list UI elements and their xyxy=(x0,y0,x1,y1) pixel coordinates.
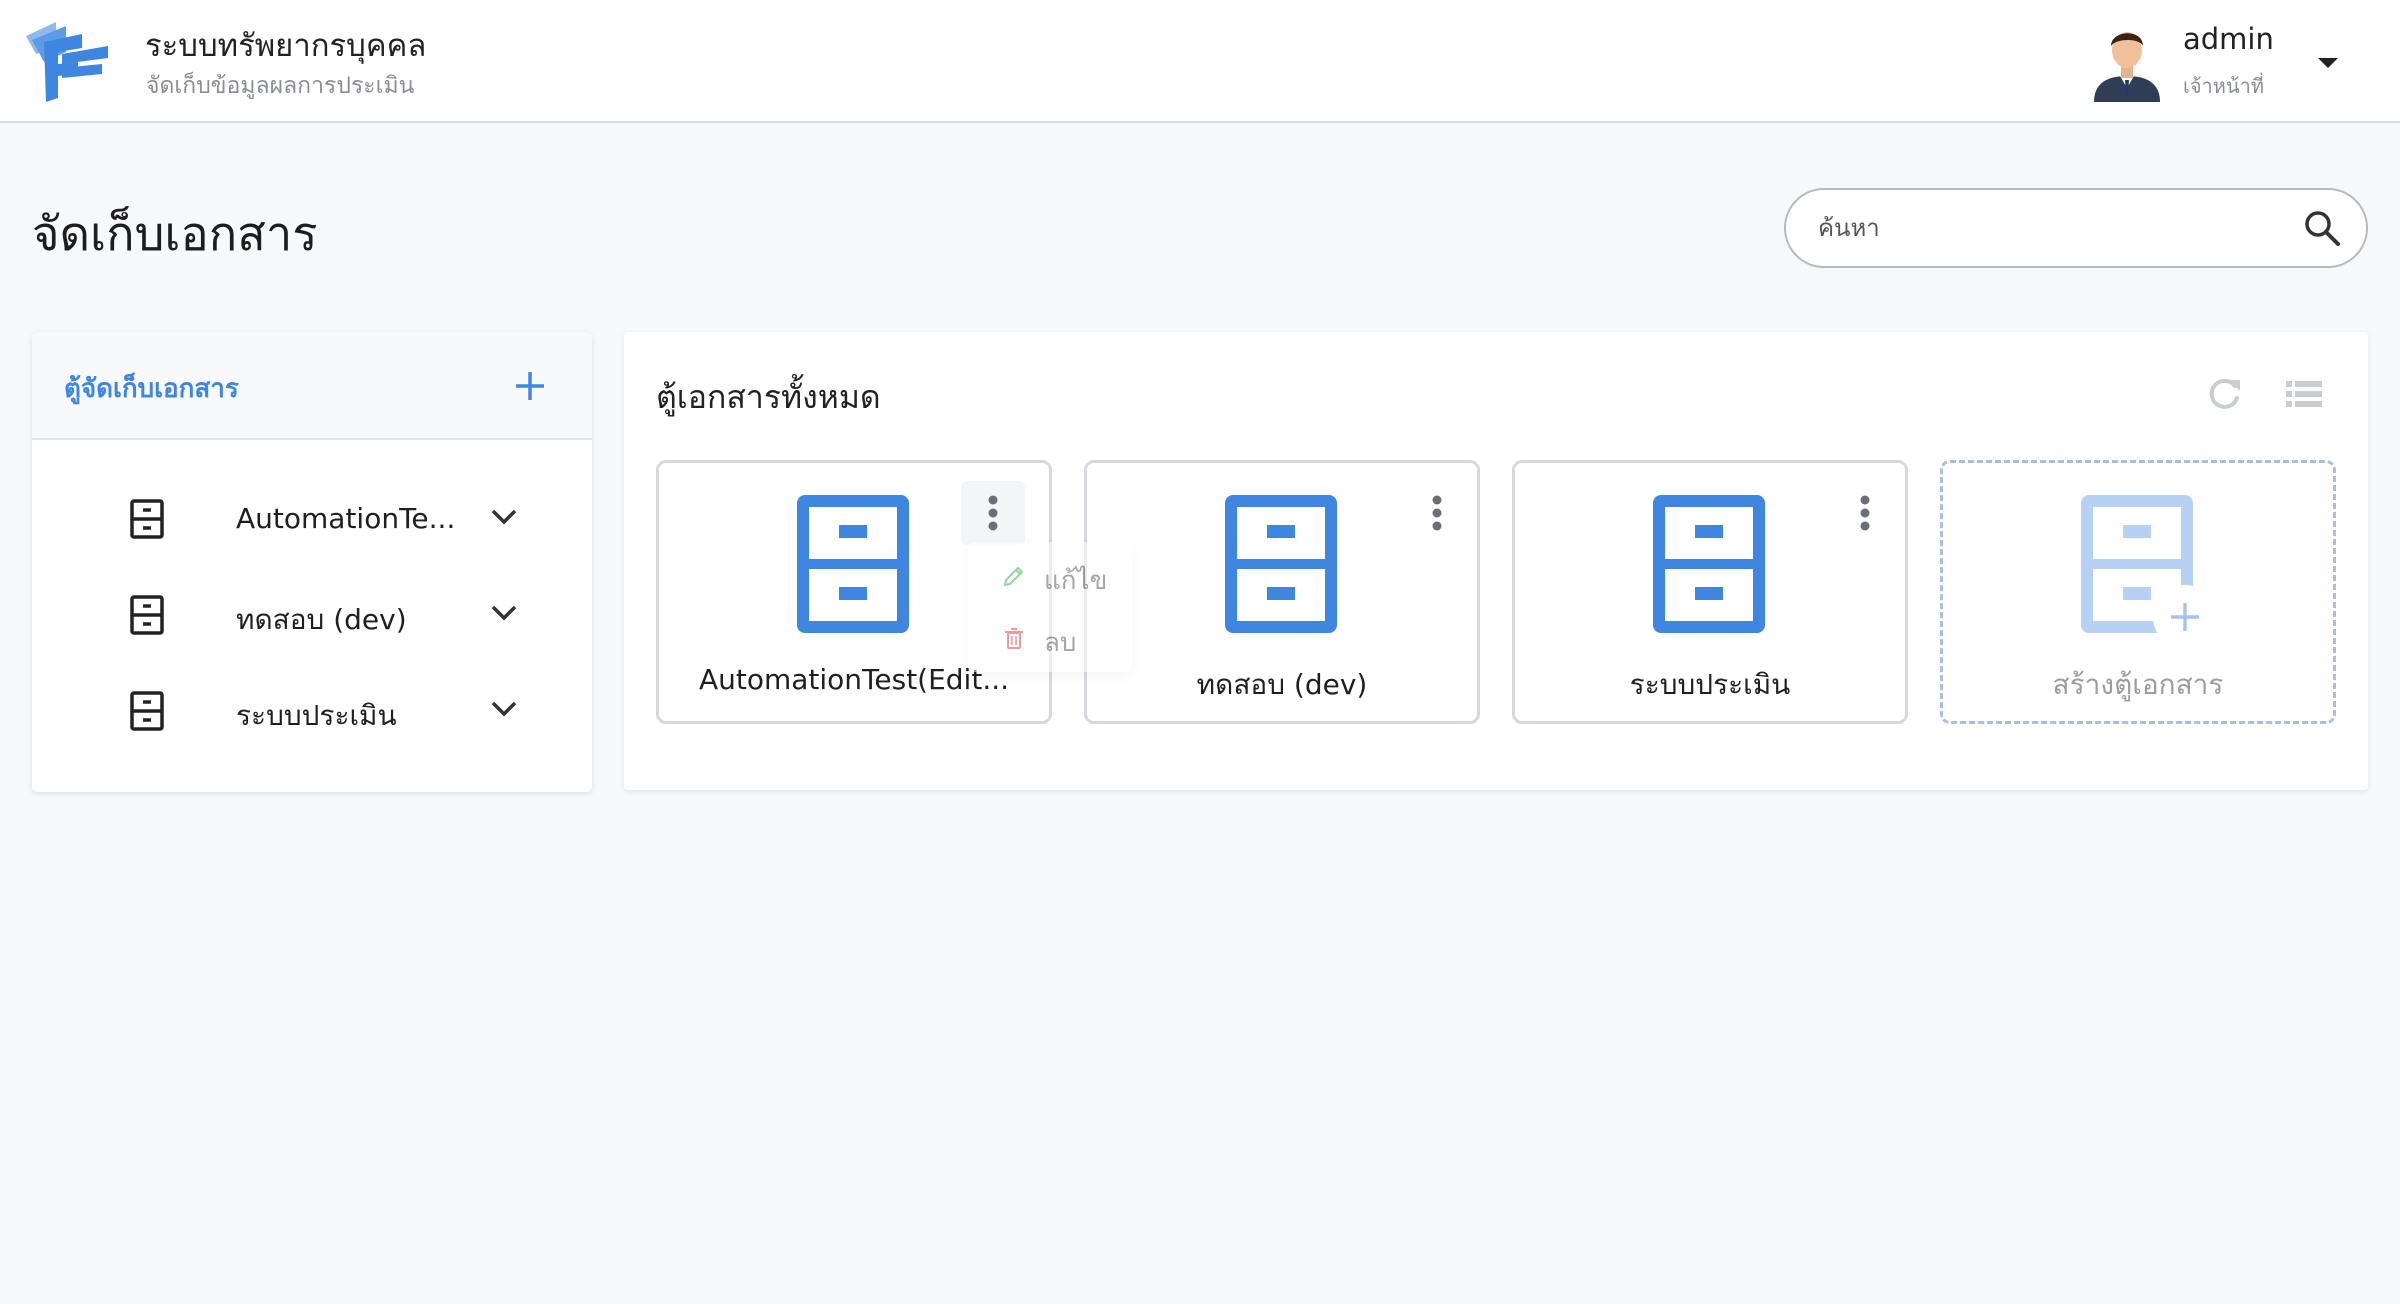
menu-item-delete[interactable]: ลบ xyxy=(968,608,1132,670)
more-vertical-icon[interactable] xyxy=(961,481,1025,545)
cabinet-card[interactable]: ทดสอบ (dev) xyxy=(1084,460,1480,724)
refresh-icon[interactable] xyxy=(2204,374,2244,414)
sidebar-item-label: ระบบประเมิน xyxy=(236,699,397,732)
plus-icon[interactable] xyxy=(510,366,550,406)
caret-down-icon[interactable] xyxy=(2316,56,2340,70)
search-input[interactable] xyxy=(1818,208,2278,248)
file-cabinet-icon xyxy=(130,595,164,635)
card-label: ทดสอบ (dev) xyxy=(1196,668,1368,701)
create-cabinet-card[interactable]: สร้างตู้เอกสาร xyxy=(1940,460,2336,724)
sidebar-title: ตู้จัดเก็บเอกสาร xyxy=(64,374,239,404)
sidebar-item-label: ทดสอบ (dev) xyxy=(236,603,407,636)
cabinet-sidebar: ตู้จัดเก็บเอกสาร AutomationTe... ทดสอบ (… xyxy=(32,332,592,792)
menu-item-label: แก้ไข xyxy=(1044,566,1108,596)
avatar[interactable] xyxy=(2090,22,2164,102)
sidebar-item-test-dev[interactable]: ทดสอบ (dev) xyxy=(32,574,592,654)
card-label: ระบบประเมิน xyxy=(1629,668,1791,701)
panel-title: ตู้เอกสารทั้งหมด xyxy=(656,378,881,416)
file-cabinet-icon xyxy=(130,691,164,731)
sidebar-header: ตู้จัดเก็บเอกสาร xyxy=(32,332,592,440)
trash-icon xyxy=(1005,628,1023,649)
sidebar-item-evaluation[interactable]: ระบบประเมิน xyxy=(32,670,592,750)
cabinet-card[interactable]: ระบบประเมิน xyxy=(1512,460,1908,724)
app-title: ระบบทรัพยากรบุคคล xyxy=(145,28,427,64)
user-role: เจ้าหน้าที่ xyxy=(2183,74,2265,98)
more-vertical-icon[interactable] xyxy=(1405,481,1469,545)
more-vertical-icon[interactable] xyxy=(1833,481,1897,545)
chevron-down-icon[interactable] xyxy=(490,700,518,718)
plus-icon xyxy=(2153,585,2217,649)
hr-logo-icon[interactable] xyxy=(22,18,114,104)
create-cabinet-label: สร้างตู้เอกสาร xyxy=(2052,668,2224,701)
pencil-icon xyxy=(1003,566,1024,587)
top-bar: ระบบทรัพยากรบุคคล จัดเก็บข้อมูลผลการประเ… xyxy=(0,0,2400,123)
search-box xyxy=(1784,188,2368,268)
chevron-down-icon[interactable] xyxy=(490,508,518,526)
user-name: admin xyxy=(2183,22,2274,56)
file-cabinet-icon xyxy=(1653,495,1765,633)
list-view-icon[interactable] xyxy=(2284,378,2324,410)
menu-item-edit[interactable]: แก้ไข xyxy=(968,546,1132,608)
file-cabinet-icon xyxy=(797,495,909,633)
sidebar-item-label: AutomationTe... xyxy=(236,502,456,535)
menu-item-label: ลบ xyxy=(1044,628,1077,658)
cabinet-grid-panel: ตู้เอกสารทั้งหมด AutomationTest(Edit... xyxy=(624,332,2368,790)
chevron-down-icon[interactable] xyxy=(490,604,518,622)
file-cabinet-icon xyxy=(1225,495,1337,633)
sidebar-item-automation[interactable]: AutomationTe... xyxy=(32,478,592,558)
card-context-menu: แก้ไข ลบ xyxy=(968,542,1132,672)
page-title: จัดเก็บเอกสาร xyxy=(32,207,318,262)
search-icon[interactable] xyxy=(2302,208,2342,248)
app-subtitle: จัดเก็บข้อมูลผลการประเมิน xyxy=(146,73,415,99)
file-cabinet-icon xyxy=(130,499,164,539)
